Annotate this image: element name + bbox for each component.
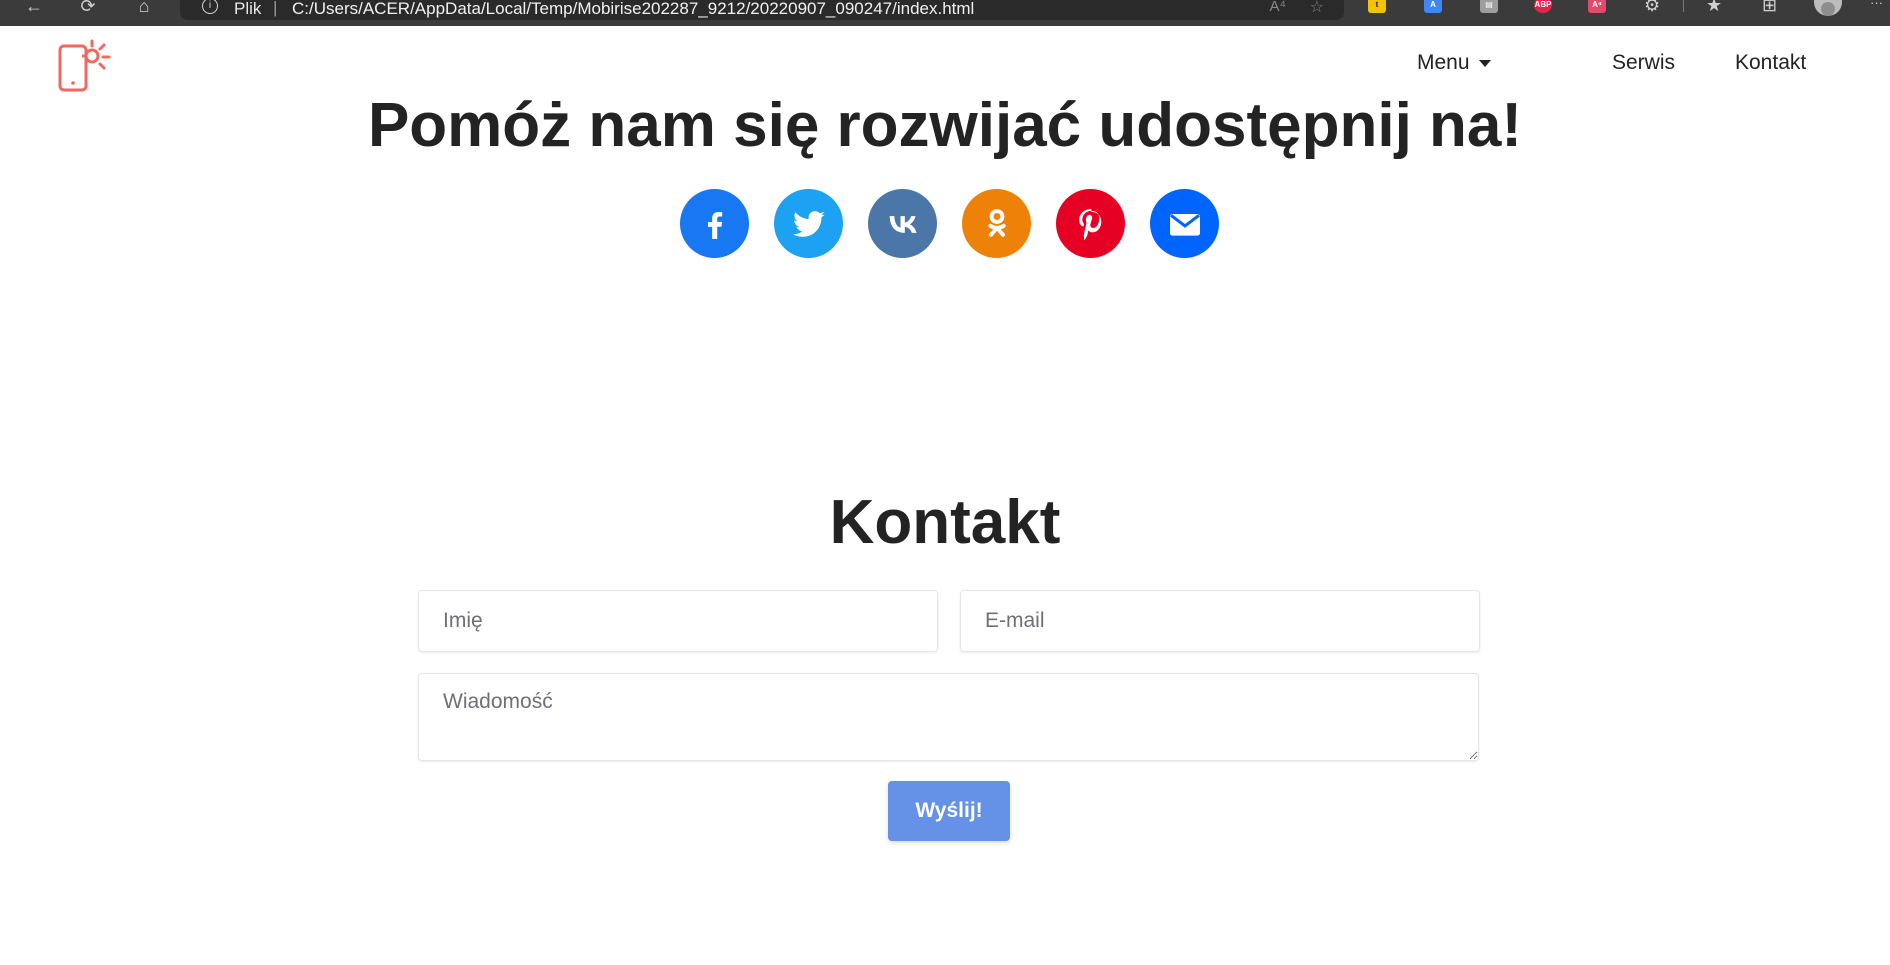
favorites-icon[interactable]: ★ [1706, 0, 1722, 15]
social-share-row [680, 189, 1220, 259]
profile-avatar[interactable] [1814, 0, 1842, 16]
address-bar[interactable]: i Plik | C:/Users/ACER/AppData/Local/Tem… [180, 0, 1344, 20]
twitter-share-button[interactable] [774, 189, 843, 258]
email-input[interactable] [960, 590, 1480, 652]
pinterest-share-button[interactable] [1056, 189, 1125, 258]
submit-button[interactable]: Wyślij! [888, 781, 1010, 841]
caret-down-icon [1478, 59, 1491, 67]
browser-toolbar: ← ⟳ ⌂ i Plik | C:/Users/ACER/AppData/Loc… [0, 0, 1890, 26]
odnoklassniki-icon [987, 208, 1006, 237]
home-icon[interactable]: ⌂ [134, 0, 154, 16]
facebook-share-button[interactable] [680, 189, 749, 258]
more-menu-icon[interactable]: ··· [1870, 0, 1883, 13]
collections-icon[interactable]: ⊞ [1762, 0, 1777, 15]
pinterest-icon [1078, 208, 1101, 240]
email-share-button[interactable] [1150, 189, 1219, 258]
translate-extension-icon[interactable]: A [1424, 0, 1442, 13]
envelope-icon [1169, 213, 1200, 236]
name-input[interactable] [418, 590, 938, 652]
odnoklassniki-share-button[interactable] [962, 189, 1031, 258]
add-favorite-icon[interactable]: ☆ [1310, 0, 1324, 17]
read-aloud-icon[interactable]: A⁴ [1270, 0, 1286, 15]
nav-link-kontakt[interactable]: Kontakt [1735, 51, 1806, 75]
extension-3-icon[interactable]: ▤ [1480, 0, 1498, 13]
contact-heading: Kontakt [829, 488, 1061, 557]
site-logo-icon[interactable] [58, 38, 112, 92]
back-arrow-icon[interactable]: ← [24, 0, 44, 16]
extension-1-icon[interactable]: t [1368, 0, 1386, 13]
extensions-puzzle-icon[interactable]: ⚙ [1644, 0, 1660, 15]
adblock-plus-extension-icon[interactable]: ABP [1534, 0, 1552, 13]
address-url[interactable]: C:/Users/ACER/AppData/Local/Temp/Mobiris… [292, 0, 974, 19]
message-textarea[interactable] [418, 673, 1479, 761]
address-scheme-label: Plik [234, 0, 262, 18]
share-heading: Pomóż nam się rozwijać udostępnij na! [367, 91, 1523, 160]
twitter-icon [792, 210, 825, 237]
toolbar-divider [1683, 0, 1684, 12]
address-separator: | [273, 0, 278, 17]
pdf-extension-icon[interactable]: A⁴ [1588, 0, 1606, 13]
nav-link-serwis[interactable]: Serwis [1612, 51, 1675, 75]
nav-menu-dropdown[interactable]: Menu [1417, 51, 1491, 75]
vk-share-button[interactable] [868, 189, 937, 258]
vk-icon [889, 215, 917, 233]
facebook-icon [707, 211, 722, 239]
info-icon[interactable]: i [202, 0, 218, 14]
refresh-icon[interactable]: ⟳ [78, 0, 98, 16]
nav-menu-label: Menu [1417, 51, 1470, 74]
